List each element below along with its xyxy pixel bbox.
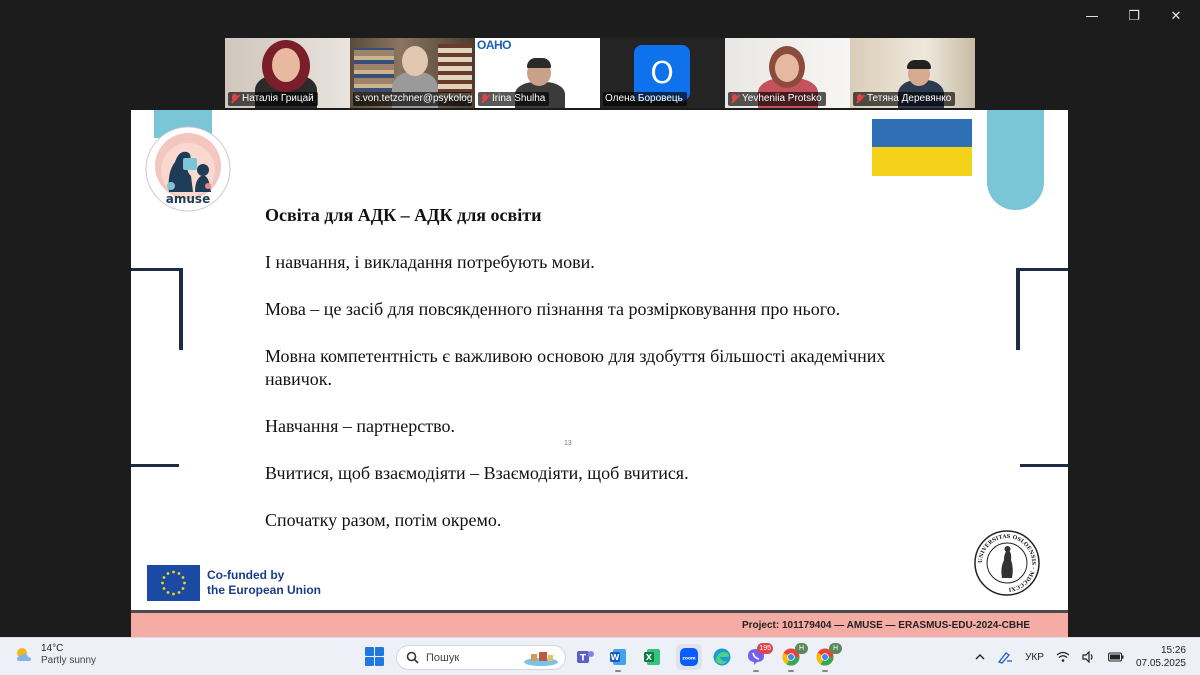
clock-date: 07.05.2025 (1135, 658, 1186, 669)
participant-name-tag: Наталія Грицай (228, 92, 318, 106)
slide-paragraph: Спочатку разом, потім окремо. (265, 510, 502, 530)
chrome-icon[interactable]: H (781, 643, 808, 672)
participant-tile[interactable]: O Олена Боровець (600, 38, 725, 108)
participant-name: Тетяна Деревянко (867, 93, 952, 104)
participant-name-tag: Irina Shulha (478, 92, 550, 106)
chevron-up-icon (975, 654, 985, 660)
organization-logo: OAHO (477, 38, 512, 52)
weather-widget[interactable]: 14°C Partly sunny (14, 643, 96, 667)
restore-button[interactable]: ❐ (1126, 6, 1142, 26)
participant-name-tag: Олена Боровець (603, 92, 687, 106)
chrome-icon-2[interactable]: H (815, 643, 842, 672)
slide-footer: Project: 101179404 — AMUSE — ERASMUS-EDU… (131, 610, 1068, 637)
eu-cofunded-logo: Co-funded by the European Union (147, 565, 321, 601)
slide-content: Освіта для АДК – АДК для освіти І навчан… (265, 204, 945, 556)
participant-name-tag: s.von.tetzchner@psykolog... (353, 92, 472, 106)
search-icon (406, 651, 419, 664)
wifi-icon (1056, 651, 1070, 662)
pen-icon (998, 652, 1013, 664)
eu-text-line: the European Union (207, 583, 321, 597)
show-hidden-icons-button[interactable] (975, 652, 985, 662)
weather-description: Partly sunny (41, 655, 97, 666)
shared-slide[interactable]: amuse Освіта для АДК – АДК для освіти І … (131, 110, 1068, 610)
project-footer-text: Project: 101179404 — AMUSE — ERASMUS-EDU… (741, 619, 1030, 631)
participant-tile[interactable]: Наталія Грицай (225, 38, 350, 108)
notification-badge: 195 (757, 643, 773, 654)
teams-icon[interactable]: T (575, 647, 595, 667)
minimize-button[interactable]: — (1084, 6, 1100, 26)
windows-taskbar: 14°C Partly sunny Пошук T W X zoom 195 H… (0, 637, 1200, 675)
university-oslo-seal: UNIVERSITAS OSLOENSIS · MDCCCXI (974, 530, 1040, 596)
partly-sunny-icon (17, 648, 31, 661)
zoom-icon[interactable]: zoom (676, 644, 702, 670)
excel-icon[interactable]: X (642, 647, 662, 667)
participant-name-tag: Yevheniia Protsko (728, 92, 826, 106)
volume-button[interactable] (1082, 651, 1096, 663)
participant-name-tag: Тетяна Деревянко (853, 92, 956, 106)
svg-text:W: W (611, 653, 620, 662)
decorative-tab (987, 110, 1044, 210)
svg-text:T: T (580, 654, 587, 664)
edge-icon[interactable] (712, 647, 732, 667)
speaker-icon (1082, 651, 1093, 663)
eu-flag-icon (147, 565, 200, 601)
search-placeholder: Пошук (426, 651, 460, 664)
slide-page-number: 13 (564, 440, 572, 447)
close-button[interactable]: ✕ (1168, 6, 1184, 26)
svg-text:X: X (646, 653, 653, 662)
participant-name: Irina Shulha (492, 93, 546, 104)
taskbar-search[interactable]: Пошук (396, 645, 566, 670)
participant-strip: Наталія Грицай s.von.tetzchner@psykolog.… (225, 38, 975, 108)
viber-icon[interactable]: 195 (746, 643, 773, 672)
pen-menu-button[interactable] (997, 650, 1013, 664)
mic-muted-icon (855, 94, 864, 104)
profile-badge: H (829, 643, 842, 654)
amuse-logo: amuse (145, 126, 231, 212)
zoom-window: — ❐ ✕ Наталія Грицай s.von.tetzchner@psy… (0, 0, 1200, 675)
ukraine-flag (872, 119, 972, 176)
window-controls: — ❐ ✕ (1084, 6, 1184, 26)
participant-name: Yevheniia Protsko (742, 93, 822, 104)
mic-muted-icon (480, 94, 489, 104)
word-icon[interactable]: W (608, 647, 628, 672)
participant-tile[interactable]: Yevheniia Protsko (725, 38, 850, 108)
language-indicator[interactable]: УКР (1025, 652, 1044, 663)
search-highlight-icon (524, 652, 558, 666)
decorative-bracket-left (131, 268, 183, 467)
participant-tile[interactable]: Тетяна Деревянко (850, 38, 975, 108)
amuse-logo-text: amuse (166, 192, 210, 206)
eu-text-line: Co-funded by (207, 568, 285, 582)
svg-text:zoom: zoom (682, 657, 696, 662)
slide-paragraph: Мова – це засіб для повсякденного пізнан… (265, 299, 841, 319)
slide-paragraph: І навчання, і викладання потребують мови… (265, 252, 595, 272)
slide-title: Освіта для АДК – АДК для освіти (265, 205, 542, 225)
start-button[interactable] (365, 647, 384, 666)
battery-button[interactable] (1107, 652, 1124, 662)
participant-tile-active-speaker[interactable]: s.von.tetzchner@psykolog... (350, 38, 475, 108)
participant-name: Наталія Грицай (242, 93, 314, 104)
participant-name: s.von.tetzchner@psykolog... (355, 93, 472, 104)
wifi-button[interactable] (1056, 651, 1070, 663)
weather-temperature: 14°C (41, 643, 64, 654)
profile-badge: H (795, 643, 808, 654)
mic-muted-icon (730, 94, 739, 104)
battery-charging-icon (1107, 652, 1124, 662)
participant-tile[interactable]: OAHO Irina Shulha (475, 38, 600, 108)
slide-paragraph: Мовна компетентність є важливою основою … (265, 346, 886, 389)
clock[interactable]: 15:26 07.05.2025 (1136, 644, 1186, 670)
clock-time: 15:26 (1160, 645, 1186, 656)
participant-name: Олена Боровець (605, 93, 683, 104)
slide-paragraph: Навчання – партнерство. (265, 416, 455, 436)
mic-muted-icon (230, 94, 239, 104)
eu-cofunded-text: Co-funded by the European Union (207, 568, 321, 598)
system-tray: УКР 15:26 07.05.2025 (975, 638, 1200, 675)
decorative-bracket-right (1016, 268, 1068, 467)
slide-paragraph: Вчитися, щоб взаємодіяти – Взаємодіяти, … (265, 463, 689, 483)
